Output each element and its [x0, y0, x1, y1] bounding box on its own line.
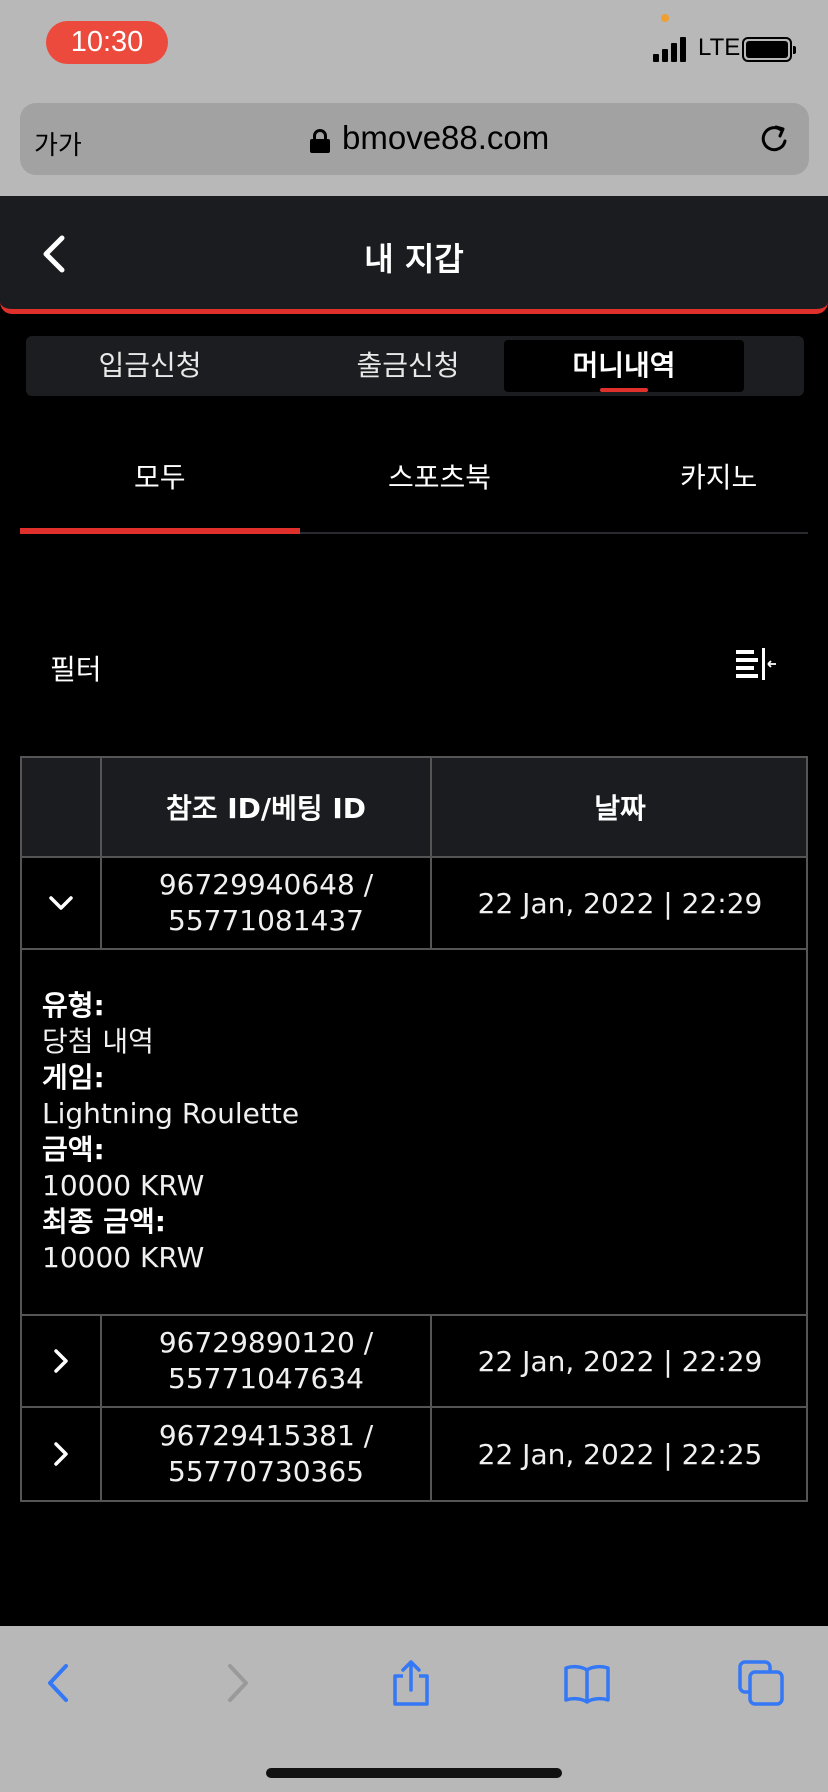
detail-final-amount-label: 최종 금액:: [42, 1205, 166, 1238]
table-header-row: 참조 ID/베팅 ID 날짜: [22, 758, 806, 858]
chevron-down-icon[interactable]: [46, 888, 76, 918]
ref-id-cell: 96729890120 /55771047634: [102, 1316, 432, 1406]
cellular-signal-icon: [653, 36, 691, 62]
text-size-button[interactable]: 가가: [34, 125, 82, 162]
date-cell: 22 Jan, 2022 | 22:29: [477, 1344, 763, 1378]
reload-icon[interactable]: [756, 121, 792, 157]
active-tab-indicator: [600, 388, 648, 392]
table-row[interactable]: 96729415381 /55770730365 22 Jan, 2022 | …: [22, 1408, 806, 1500]
detail-amount-value: 10000 KRW: [42, 1169, 205, 1202]
header-ref-id: 참조 ID/베팅 ID: [102, 758, 432, 856]
status-bar: 10:30 LTE: [0, 0, 828, 100]
battery-icon: [742, 37, 796, 62]
bet-id: 55770730365: [168, 1455, 364, 1488]
active-subtab-indicator: [20, 528, 300, 534]
share-icon[interactable]: [386, 1658, 436, 1708]
subtab-all[interactable]: 모두: [134, 456, 186, 496]
filter-label: 필터: [50, 653, 102, 686]
wallet-segment-tabs: 입금신청 출금신청 머니내역: [26, 336, 804, 396]
date-cell: 22 Jan, 2022 | 22:25: [477, 1437, 763, 1471]
expand-cell[interactable]: [22, 858, 102, 948]
bookmarks-icon[interactable]: [562, 1658, 612, 1708]
header-expand-col: [22, 758, 102, 856]
row-detail-panel: 유형: 당첨 내역 게임: Lightning Roulette 금액: 100…: [22, 950, 806, 1316]
app-header: 내 지갑: [0, 196, 828, 314]
table-row[interactable]: 96729890120 /55771047634 22 Jan, 2022 | …: [22, 1316, 806, 1408]
url-domain[interactable]: bmove88.com: [342, 119, 549, 157]
category-tabs: 모두 스포츠북 카지노: [20, 432, 808, 534]
subtab-casino[interactable]: 카지노: [680, 456, 757, 496]
expand-cell[interactable]: [22, 1316, 102, 1406]
home-indicator: [266, 1768, 562, 1778]
network-type: LTE: [698, 34, 741, 61]
ref-id: 96729890120 /: [158, 1326, 374, 1359]
detail-type-label: 유형:: [42, 989, 105, 1022]
bet-id: 55771081437: [168, 904, 364, 937]
date-cell: 22 Jan, 2022 | 22:29: [477, 886, 763, 920]
chevron-right-icon[interactable]: [46, 1346, 76, 1376]
bet-id: 55771047634: [168, 1362, 364, 1395]
tab-money-history[interactable]: 머니내역: [504, 340, 744, 392]
ref-id: 96729415381 /: [158, 1419, 374, 1452]
tabs-icon[interactable]: [736, 1658, 786, 1708]
ref-id: 96729940648 /: [158, 868, 374, 901]
header-date: 날짜: [594, 792, 646, 825]
detail-amount-label: 금액:: [42, 1133, 105, 1166]
browser-toolbar: [0, 1626, 828, 1792]
detail-type-value: 당첨 내역: [42, 1025, 154, 1058]
money-history-table: 참조 ID/베팅 ID 날짜 96729940648 /55771081437 …: [20, 756, 808, 1502]
filter-icon[interactable]: [734, 644, 778, 684]
tab-deposit-request[interactable]: 입금신청: [30, 340, 270, 392]
table-row[interactable]: 96729940648 /55771081437 22 Jan, 2022 | …: [22, 858, 806, 950]
subtab-sportsbook[interactable]: 스포츠북: [388, 456, 491, 496]
browser-forward-icon[interactable]: [212, 1658, 262, 1708]
page-title: 내 지갑: [364, 240, 464, 278]
ref-id-cell: 96729940648 /55771081437: [102, 858, 432, 948]
expand-cell[interactable]: [22, 1408, 102, 1500]
tab-money-history-label: 머니내역: [572, 349, 676, 382]
ref-id-cell: 96729415381 /55770730365: [102, 1408, 432, 1500]
browser-address-area: 가가 bmove88.com: [0, 100, 828, 196]
recording-indicator-icon: [661, 14, 669, 22]
detail-final-amount-value: 10000 KRW: [42, 1241, 205, 1274]
lock-icon: [310, 129, 330, 153]
tab-withdraw-request[interactable]: 출금신청: [288, 340, 528, 392]
address-bar[interactable]: 가가 bmove88.com: [20, 103, 809, 175]
browser-back-icon[interactable]: [34, 1658, 84, 1708]
chevron-right-icon[interactable]: [46, 1439, 76, 1469]
detail-game-value: Lightning Roulette: [42, 1097, 300, 1130]
detail-game-label: 게임:: [42, 1061, 105, 1094]
status-time: 10:30: [46, 21, 168, 64]
